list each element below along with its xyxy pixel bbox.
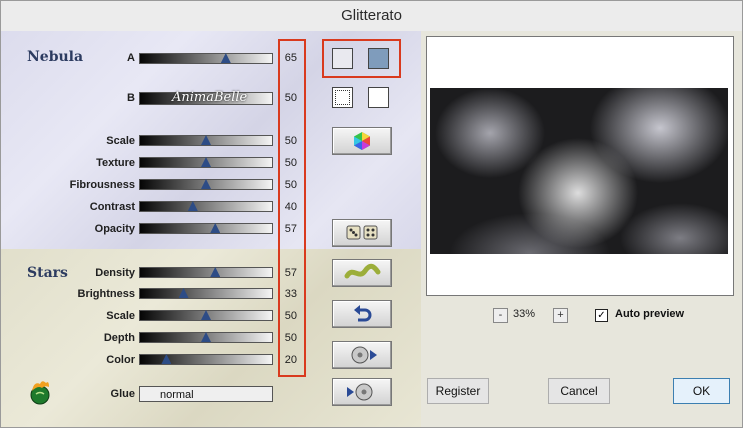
slider-thumb[interactable] (210, 267, 221, 277)
dice-icon (346, 225, 378, 240)
preset-save-button[interactable] (332, 378, 392, 406)
ok-button[interactable]: OK (673, 378, 730, 404)
color-swatch-3[interactable] (332, 87, 353, 108)
slider-color[interactable] (139, 354, 273, 365)
zoom-out-button[interactable]: - (493, 308, 508, 323)
cancel-button[interactable]: Cancel (548, 378, 610, 404)
label-star-scale: Scale (106, 310, 135, 322)
register-button[interactable]: Register (427, 378, 489, 404)
glue-dropdown[interactable]: normal (139, 386, 273, 402)
label-fibrousness: Fibrousness (69, 179, 135, 191)
slider-depth[interactable] (139, 332, 273, 343)
dialog-client: Nebula Stars A 65 B AnimaBelle 50 Scale … (1, 31, 742, 427)
label-opacity: Opacity (94, 223, 135, 235)
color-picker-button[interactable] (332, 127, 392, 155)
slider-thumb[interactable] (201, 135, 211, 145)
slider-fibrousness[interactable] (139, 179, 273, 190)
label-scale: Scale (106, 135, 135, 147)
slider-scale[interactable] (139, 135, 273, 146)
label-depth: Depth (103, 332, 135, 344)
slider-thumb[interactable] (178, 288, 189, 298)
label-a: A (127, 52, 135, 64)
zoom-level: 33% (513, 308, 536, 320)
window-title: Glitterato (1, 1, 742, 32)
label-density: Density (95, 267, 135, 279)
preview-panel: - 33% + ✓ Auto preview Register Cancel O… (421, 31, 742, 427)
slider-star-scale[interactable] (139, 310, 273, 321)
auto-preview-checkbox[interactable]: ✓ (595, 309, 608, 322)
color-swatch-4[interactable] (368, 87, 389, 108)
color-swatch-2[interactable] (368, 48, 389, 69)
plugin-window: Glitterato Nebula Stars A 65 B AnimaBell… (0, 0, 743, 428)
auto-preview-label: Auto preview (615, 308, 685, 320)
slider-thumb[interactable] (187, 201, 198, 211)
slider-density[interactable] (139, 267, 273, 278)
slider-thumb[interactable] (201, 332, 211, 342)
disc-play-icon (351, 346, 377, 364)
slider-thumb[interactable] (201, 310, 211, 320)
wave-button[interactable] (332, 259, 392, 287)
preview-frame (426, 36, 734, 296)
reset-button[interactable] (332, 300, 392, 328)
slider-contrast[interactable] (139, 201, 273, 212)
slider-thumb[interactable] (161, 354, 172, 364)
zoom-in-button[interactable]: + (553, 308, 568, 323)
undo-arrow-icon (354, 305, 372, 322)
glue-label: Glue (110, 388, 135, 400)
slider-thumb[interactable] (201, 157, 211, 167)
random-button[interactable] (332, 219, 392, 247)
play-disc-icon (347, 383, 373, 401)
wave-icon (344, 263, 381, 279)
nebula-preview-image[interactable] (430, 88, 728, 254)
slider-opacity[interactable] (139, 223, 273, 234)
preset-load-button[interactable] (332, 341, 392, 369)
slider-b[interactable]: AnimaBelle (139, 90, 273, 105)
slider-thumb[interactable] (201, 179, 211, 189)
hexagon-color-icon (354, 132, 370, 150)
slider-b-watermark: AnimaBelle (172, 90, 248, 105)
label-contrast: Contrast (89, 201, 135, 213)
label-brightness: Brightness (77, 288, 135, 300)
slider-a[interactable] (139, 53, 273, 64)
slider-thumb[interactable] (210, 223, 221, 233)
label-color: Color (106, 354, 135, 366)
values-highlight-frame (278, 39, 306, 377)
label-texture: Texture (96, 157, 135, 169)
label-b: B (127, 92, 135, 104)
slider-thumb[interactable] (220, 53, 231, 63)
slider-texture[interactable] (139, 157, 273, 168)
color-swatch-1[interactable] (332, 48, 353, 69)
slider-brightness[interactable] (139, 288, 273, 299)
